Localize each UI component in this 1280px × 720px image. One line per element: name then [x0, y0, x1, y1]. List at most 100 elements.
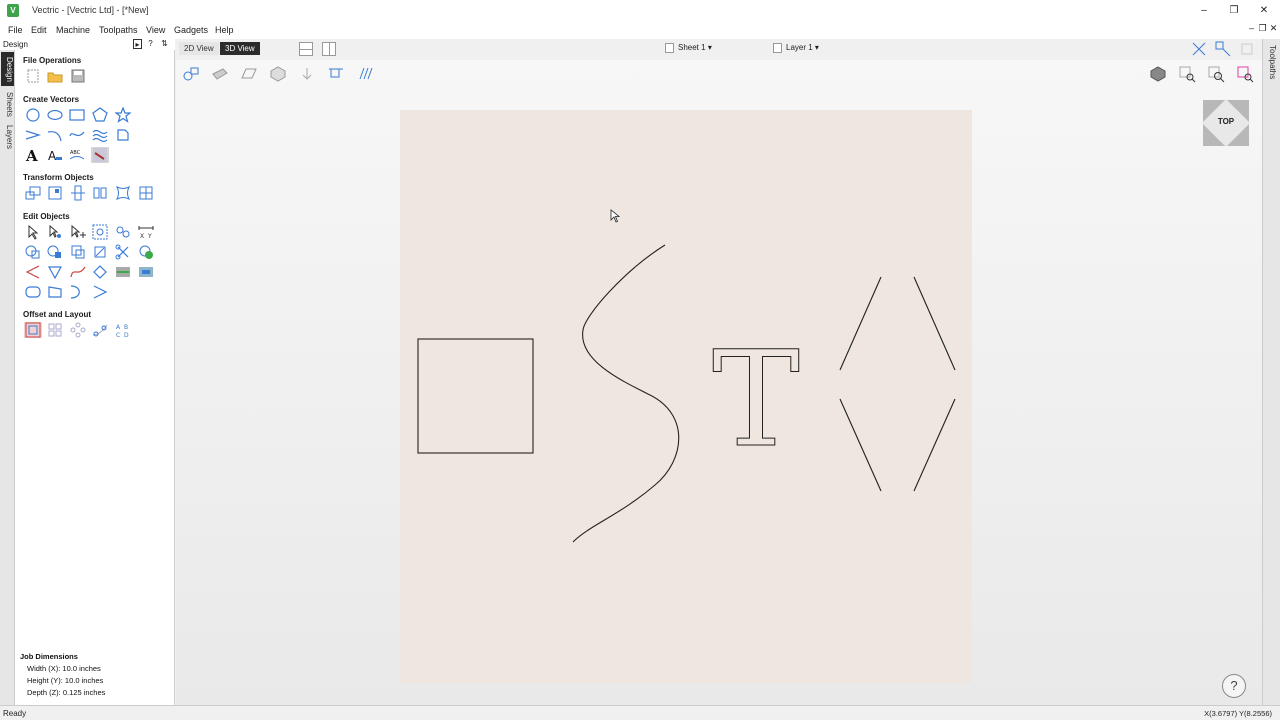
- curve-icon[interactable]: [68, 127, 86, 143]
- layer-dropdown[interactable]: Layer 1 ▾: [773, 43, 819, 53]
- circular-array-icon[interactable]: [69, 322, 87, 338]
- fillet-icon[interactable]: [114, 127, 132, 143]
- minimize-icon[interactable]: –: [1190, 3, 1218, 19]
- dogbone-icon[interactable]: [46, 284, 64, 300]
- diamond-line-1[interactable]: [839, 276, 882, 371]
- nest-icon[interactable]: [137, 185, 155, 201]
- text-icon[interactable]: A: [24, 147, 42, 163]
- view-cube-icon[interactable]: [1149, 65, 1167, 83]
- close-vector-icon[interactable]: [91, 264, 109, 280]
- mdi-minimize-icon[interactable]: –: [1246, 23, 1257, 36]
- text-on-curve-icon[interactable]: ABC: [68, 147, 86, 163]
- rectangle-icon[interactable]: [68, 107, 86, 123]
- menu-help[interactable]: Help: [215, 25, 234, 35]
- tab-sheets[interactable]: Sheets: [1, 88, 14, 120]
- pin-icon[interactable]: ⇅: [160, 39, 169, 49]
- ellipse-icon[interactable]: [46, 107, 64, 123]
- image-icon[interactable]: [137, 264, 155, 280]
- star-icon[interactable]: [114, 107, 132, 123]
- zoom-box-icon[interactable]: [1178, 65, 1196, 83]
- subtract-icon[interactable]: [46, 244, 64, 260]
- auto-layout-text-icon[interactable]: A: [46, 147, 64, 163]
- trim-icon[interactable]: [91, 244, 109, 260]
- help-small-icon[interactable]: ?: [146, 39, 155, 49]
- mdi-restore-icon[interactable]: ❐: [1257, 23, 1268, 36]
- align-icon[interactable]: [46, 185, 64, 201]
- mirror-icon[interactable]: [91, 185, 109, 201]
- zoom-selected-icon[interactable]: [1236, 65, 1254, 83]
- smooth-icon[interactable]: [69, 264, 87, 280]
- save-file-icon[interactable]: [69, 68, 87, 84]
- label-layout-icon[interactable]: ABCD: [114, 322, 132, 338]
- title-bar: V Vectric - [Vectric Ltd] - [*New] – ❐ ✕: [0, 0, 1280, 22]
- tab-3d-view[interactable]: 3D View: [220, 42, 260, 55]
- square-vector[interactable]: [417, 338, 534, 454]
- polyline-icon[interactable]: [24, 127, 42, 143]
- view-snap-icon[interactable]: [327, 65, 345, 83]
- view-toolpath-icon[interactable]: [357, 65, 375, 83]
- rounded-rectangle-icon[interactable]: [24, 284, 42, 300]
- offset-shape-icon[interactable]: [46, 264, 64, 280]
- offset-icon[interactable]: [24, 322, 42, 338]
- image-trace-icon[interactable]: [91, 147, 109, 163]
- weld-icon[interactable]: [24, 244, 42, 260]
- interactive-select-icon[interactable]: [91, 224, 109, 240]
- view-material-icon[interactable]: [211, 65, 229, 83]
- tab-design[interactable]: Design: [1, 52, 14, 86]
- sheet-dropdown[interactable]: Sheet 1 ▾: [665, 43, 712, 53]
- new-file-icon[interactable]: [24, 68, 42, 84]
- menu-edit[interactable]: Edit: [31, 25, 47, 35]
- node-edit-icon[interactable]: [46, 224, 64, 240]
- view-shapes-icon[interactable]: [182, 65, 200, 83]
- tab-layers[interactable]: Layers: [1, 122, 14, 152]
- array-copy-icon[interactable]: [46, 322, 64, 338]
- menu-file[interactable]: File: [8, 25, 23, 35]
- menu-toolpaths[interactable]: Toolpaths: [99, 25, 138, 35]
- select-icon[interactable]: [24, 224, 42, 240]
- split-vertical-icon[interactable]: [322, 42, 336, 56]
- view-orientation-cube[interactable]: TOP: [1201, 98, 1251, 148]
- zoom-extents-icon[interactable]: [1207, 65, 1225, 83]
- diamond-line-3[interactable]: [839, 398, 882, 492]
- hide-vectors-icon[interactable]: [1238, 40, 1256, 58]
- restore-icon[interactable]: ❐: [1220, 3, 1248, 19]
- intersect-icon[interactable]: [69, 244, 87, 260]
- arc-icon[interactable]: [46, 127, 64, 143]
- open-file-icon[interactable]: [46, 68, 64, 84]
- s-curve-vector[interactable]: [572, 244, 680, 543]
- menu-view[interactable]: View: [146, 25, 165, 35]
- menu-machine[interactable]: Machine: [56, 25, 90, 35]
- help-button[interactable]: ?: [1222, 674, 1246, 698]
- diamond-line-4[interactable]: [913, 398, 956, 492]
- wave-icon[interactable]: [91, 127, 109, 143]
- distort-icon[interactable]: [114, 185, 132, 201]
- selection-tools-icon[interactable]: [114, 224, 132, 240]
- scale-icon[interactable]: [69, 185, 87, 201]
- tab-toolpaths[interactable]: Toolpaths: [1264, 41, 1277, 83]
- bezier-icon[interactable]: [69, 284, 87, 300]
- transform-select-icon[interactable]: [69, 224, 87, 240]
- split-horizontal-icon[interactable]: [299, 42, 313, 56]
- copy-along-vector-icon[interactable]: [91, 322, 109, 338]
- view-plane-icon[interactable]: [240, 65, 258, 83]
- extend-icon[interactable]: [24, 264, 42, 280]
- fit-curves-icon[interactable]: [114, 264, 132, 280]
- view-solid-icon[interactable]: [269, 65, 287, 83]
- t-text-vector[interactable]: T: [711, 323, 800, 478]
- tab-2d-view[interactable]: 2D View: [179, 42, 219, 55]
- diamond-line-2[interactable]: [913, 276, 956, 371]
- measure-icon[interactable]: XY: [137, 224, 155, 240]
- view-down-icon[interactable]: [298, 65, 316, 83]
- circle-icon[interactable]: [24, 107, 42, 123]
- mdi-close-icon[interactable]: ✕: [1268, 23, 1279, 36]
- panel-toggle-icon[interactable]: ▸: [133, 39, 142, 49]
- menu-gadgets[interactable]: Gadgets: [174, 25, 208, 35]
- chevron-icon[interactable]: [91, 284, 109, 300]
- move-icon[interactable]: [24, 185, 42, 201]
- draw-vectors-icon[interactable]: [1214, 40, 1232, 58]
- polygon-icon[interactable]: [91, 107, 109, 123]
- close-icon[interactable]: ✕: [1250, 3, 1278, 19]
- snap-cross-icon[interactable]: [1190, 40, 1208, 58]
- scissors-icon[interactable]: [114, 244, 132, 260]
- join-vectors-icon[interactable]: [137, 244, 155, 260]
